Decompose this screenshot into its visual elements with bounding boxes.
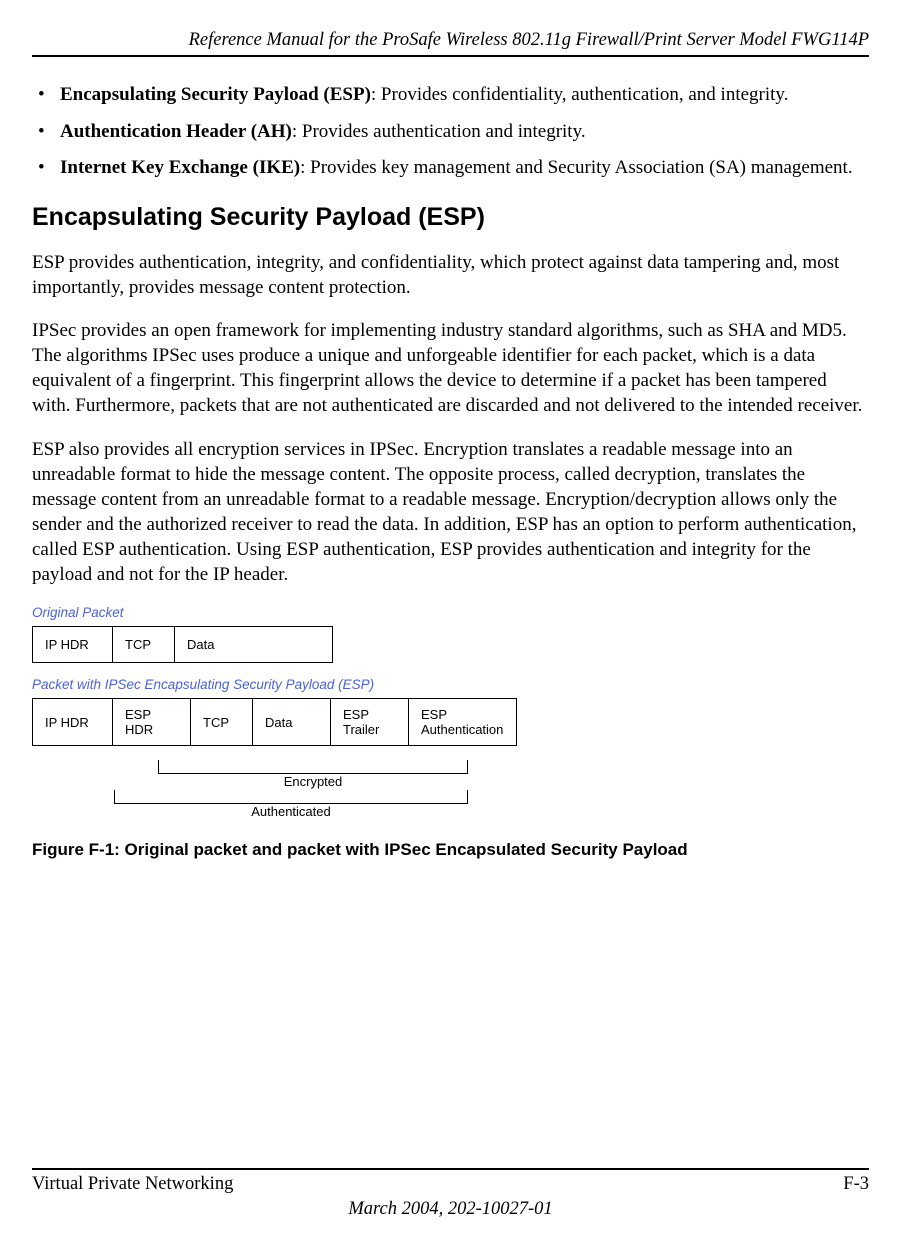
header-title: Reference Manual for the ProSafe Wireles… [32, 30, 869, 51]
bullet-item-esp: Encapsulating Security Payload (ESP): Pr… [32, 83, 869, 108]
bullet-item-ah: Authentication Header (AH): Provides aut… [32, 120, 869, 145]
body-paragraph: ESP also provides all encryption service… [32, 437, 869, 587]
figure-label-esp: Packet with IPSec Encapsulating Security… [32, 677, 869, 692]
cell-iphdr: IP HDR [33, 627, 113, 663]
figure-block: Original Packet IP HDR TCP Data Packet w… [32, 605, 869, 860]
bullet-term: Authentication Header (AH) [60, 121, 292, 142]
figure-caption: Figure F-1: Original packet and packet w… [32, 840, 869, 860]
brackets-wrap: Encrypted Authenticated [32, 760, 612, 834]
cell-data: Data [253, 699, 331, 746]
cell-esphdr: ESP HDR [113, 699, 191, 746]
cell-tcp: TCP [113, 627, 175, 663]
bullet-desc: : Provides confidentiality, authenticati… [371, 84, 789, 105]
cell-data: Data [175, 627, 333, 663]
header-rule [32, 55, 869, 57]
cell-iphdr: IP HDR [33, 699, 113, 746]
packet-table-original: IP HDR TCP Data [32, 626, 333, 663]
footer-left: Virtual Private Networking [32, 1174, 233, 1195]
bullet-item-ike: Internet Key Exchange (IKE): Provides ke… [32, 156, 869, 181]
bullet-desc: : Provides authentication and integrity. [292, 121, 586, 142]
footer-rule [32, 1168, 869, 1170]
bullet-term: Encapsulating Security Payload (ESP) [60, 84, 371, 105]
packet-table-esp: IP HDR ESP HDR TCP Data ESP Trailer ESP … [32, 698, 517, 746]
bullet-list: Encapsulating Security Payload (ESP): Pr… [32, 83, 869, 181]
bracket-label-encrypted: Encrypted [158, 774, 468, 789]
section-heading-esp: Encapsulating Security Payload (ESP) [32, 203, 869, 232]
page-footer: Virtual Private Networking F-3 March 200… [32, 1168, 869, 1220]
footer-line: Virtual Private Networking F-3 [32, 1174, 869, 1195]
bracket-authenticated [114, 790, 468, 804]
bullet-desc: : Provides key management and Security A… [300, 157, 852, 178]
cell-esptrailer: ESP Trailer [331, 699, 409, 746]
body-paragraph: IPSec provides an open framework for imp… [32, 318, 869, 418]
cell-espauth: ESP Authentication [409, 699, 517, 746]
footer-date: March 2004, 202-10027-01 [32, 1199, 869, 1220]
body-paragraph: ESP provides authentication, integrity, … [32, 250, 869, 300]
footer-right: F-3 [843, 1174, 869, 1195]
bullet-term: Internet Key Exchange (IKE) [60, 157, 300, 178]
cell-tcp: TCP [191, 699, 253, 746]
figure-label-original: Original Packet [32, 605, 869, 620]
bracket-label-authenticated: Authenticated [114, 804, 468, 819]
bracket-encrypted [158, 760, 468, 774]
